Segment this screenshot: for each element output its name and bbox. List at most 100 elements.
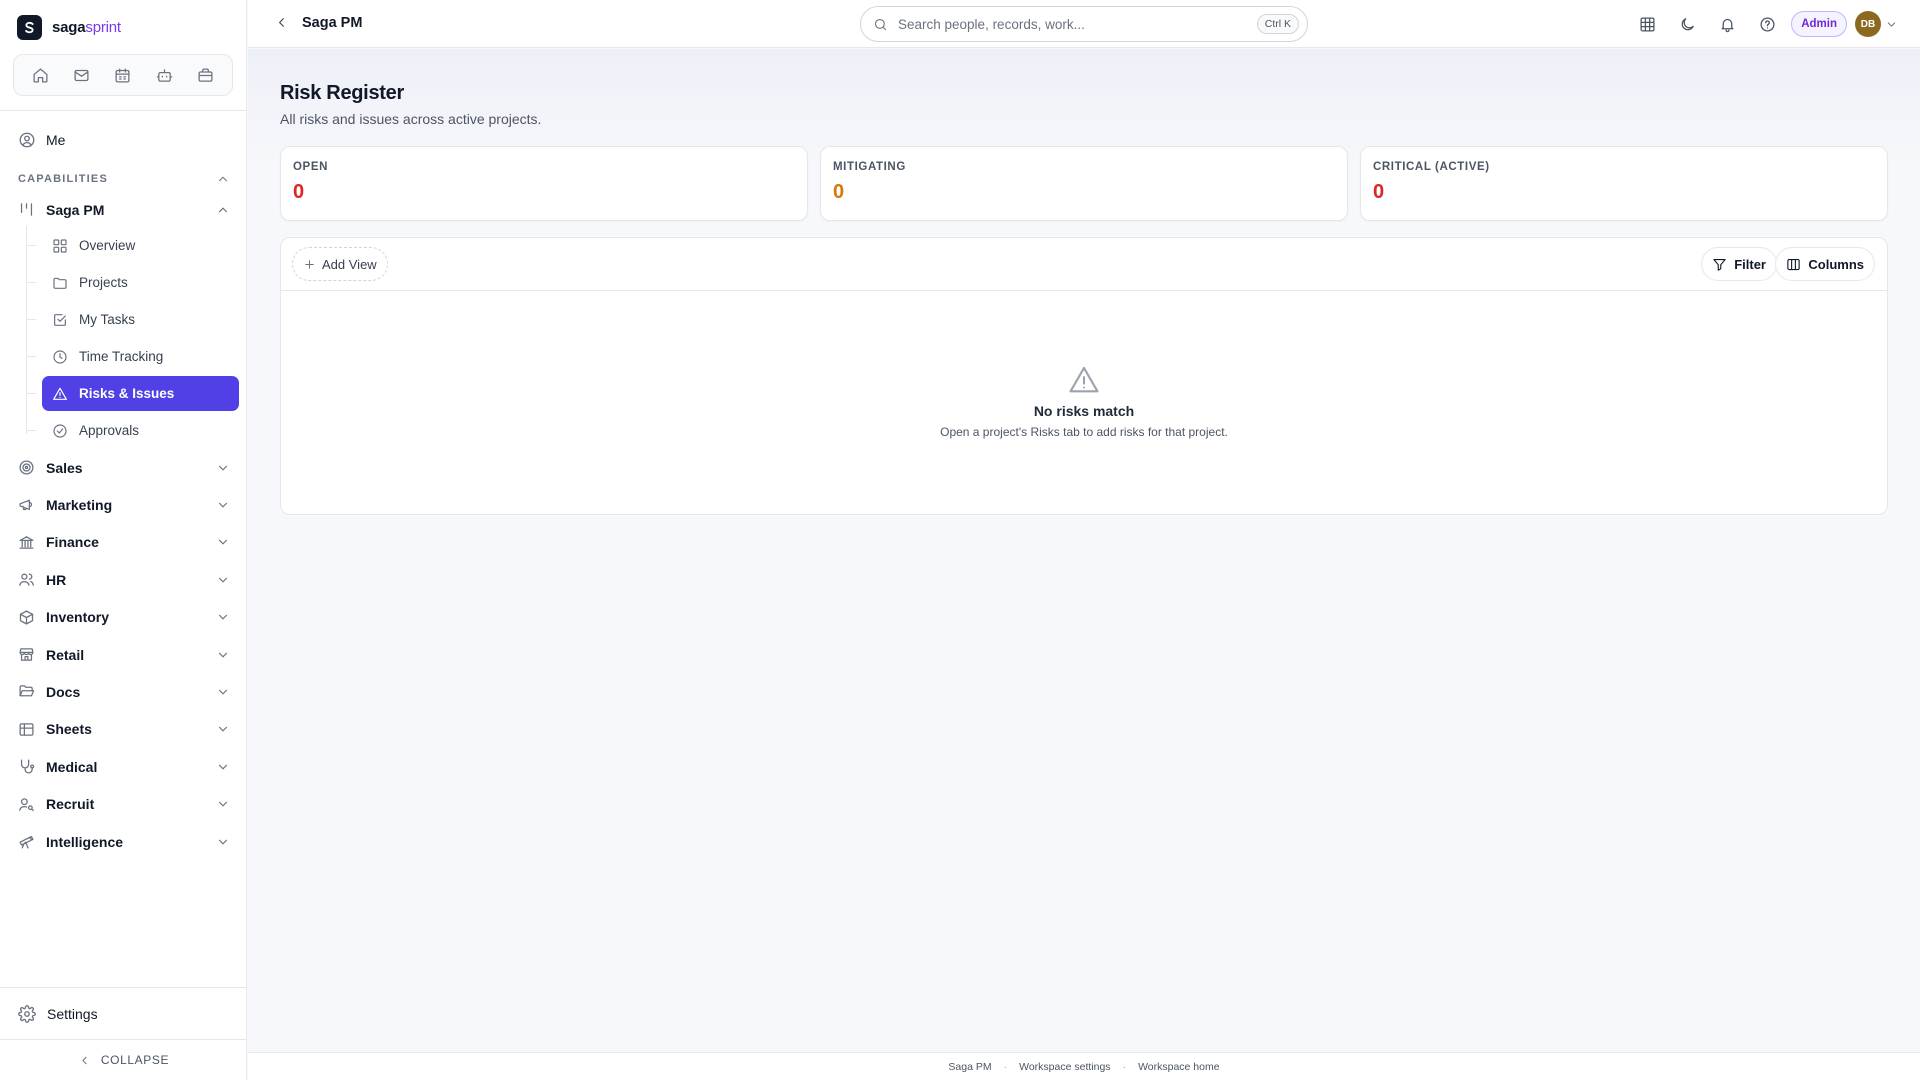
- chevron-down-icon: [218, 652, 228, 658]
- footer-separator: ·: [1122, 1060, 1127, 1073]
- footer-link-workspace-settings[interactable]: Workspace settings: [1019, 1061, 1110, 1073]
- header-actions: Admin DB: [1631, 8, 1898, 40]
- sidebar-group-label: Medical: [46, 758, 98, 775]
- theme-toggle-button[interactable]: [1671, 8, 1703, 40]
- sidebar-group-sales[interactable]: Sales: [18, 459, 230, 476]
- chevron-down-icon: [218, 839, 228, 845]
- store-icon: [19, 648, 34, 661]
- chevron-down-icon: [218, 614, 228, 620]
- sidebar-group-intelligence[interactable]: Intelligence: [18, 833, 230, 850]
- stat-label: CRITICAL (ACTIVE): [1373, 161, 1490, 173]
- global-search[interactable]: Ctrl K: [860, 6, 1308, 42]
- folder-open-icon: [19, 685, 35, 697]
- filter-button[interactable]: Filter: [1701, 247, 1777, 281]
- sidebar-item-risks-and-issues[interactable]: Risks & Issues: [42, 376, 239, 411]
- stat-label: OPEN: [293, 161, 328, 173]
- tree-branch: [26, 356, 36, 357]
- add-view-button[interactable]: Add View: [292, 247, 388, 281]
- tree-line: [26, 226, 27, 434]
- search-input[interactable]: [898, 16, 1257, 32]
- chevron-down-icon: [218, 689, 228, 695]
- tree-branch: [26, 319, 36, 320]
- page-subtitle: All risks and issues across active proje…: [280, 111, 542, 127]
- bot-icon[interactable]: [149, 60, 179, 90]
- sidebar-group-label: Sales: [46, 459, 83, 476]
- mail-icon[interactable]: [67, 60, 97, 90]
- table-icon: [19, 722, 34, 736]
- sidebar-item-me[interactable]: Me: [18, 131, 65, 149]
- search-icon: [874, 18, 887, 30]
- sidebar-group-recruit[interactable]: Recruit: [18, 796, 230, 813]
- sidebar-item-overview[interactable]: Overview: [42, 228, 239, 263]
- sidebar-group-hr[interactable]: HR: [18, 571, 230, 588]
- sidebar-group-finance[interactable]: Finance: [18, 534, 230, 551]
- chevron-down-icon: [218, 465, 228, 471]
- sidebar-item-approvals[interactable]: Approvals: [42, 413, 239, 448]
- sidebar: sagasprint Me CAPABILITIES Saga PM Overv…: [0, 0, 247, 1080]
- chevron-down-icon: [218, 502, 228, 508]
- tree-branch: [26, 430, 36, 431]
- sidebar-item-label: Approvals: [79, 423, 140, 438]
- chevron-down-icon: [218, 801, 228, 807]
- capabilities-header[interactable]: CAPABILITIES: [18, 172, 230, 186]
- sidebar-group-label: Sheets: [46, 721, 92, 738]
- tree-branch: [26, 282, 36, 283]
- search-shortcut-badge: Ctrl K: [1256, 14, 1299, 34]
- sidebar-item-label: Overview: [79, 238, 136, 253]
- notifications-button[interactable]: [1711, 8, 1743, 40]
- home-icon[interactable]: [26, 60, 56, 90]
- sidebar-group-inventory[interactable]: Inventory: [18, 609, 230, 626]
- chevron-down-icon: [218, 764, 228, 770]
- stat-card-critical: CRITICAL (ACTIVE) 0: [1360, 146, 1888, 221]
- sidebar-item-projects[interactable]: Projects: [42, 265, 239, 300]
- header-title: Saga PM: [302, 15, 363, 31]
- gear-icon: [18, 1005, 36, 1023]
- main-content: Risk Register All risks and issues acros…: [248, 49, 1920, 1052]
- sidebar-group-sheets[interactable]: Sheets: [18, 721, 230, 738]
- check-circle-icon: [53, 423, 67, 438]
- chevron-up-icon: [218, 206, 228, 212]
- plus-icon: [305, 259, 314, 269]
- briefcase-icon[interactable]: [190, 60, 220, 90]
- warning-icon: [1067, 363, 1101, 397]
- brand-logo: [17, 15, 42, 40]
- empty-state-description: Open a project's Risks tab to add risks …: [940, 425, 1228, 439]
- admin-badge[interactable]: Admin: [1791, 11, 1847, 37]
- chevron-down-icon: [218, 539, 228, 545]
- sidebar-group-label: Intelligence: [46, 833, 124, 850]
- tree-branch: [26, 245, 36, 246]
- sidebar-group-medical[interactable]: Medical: [18, 758, 230, 775]
- sidebar-group-retail[interactable]: Retail: [18, 646, 230, 663]
- sidebar-group-label: Finance: [46, 534, 99, 551]
- brand[interactable]: sagasprint: [17, 15, 121, 40]
- sidebar-group-label: Recruit: [46, 796, 95, 813]
- user-menu[interactable]: DB: [1855, 11, 1898, 37]
- sidebar-item-my-tasks[interactable]: My Tasks: [42, 302, 239, 337]
- empty-state-title: No risks match: [1033, 403, 1135, 419]
- users-icon: [19, 573, 34, 586]
- columns-button[interactable]: Columns: [1775, 247, 1875, 281]
- grid-icon: [1640, 16, 1655, 32]
- footer-link-workspace-home[interactable]: Workspace home: [1138, 1061, 1220, 1073]
- sidebar-group-saga-pm[interactable]: Saga PM: [18, 201, 230, 218]
- folder-icon: [53, 277, 67, 289]
- help-button[interactable]: [1751, 8, 1783, 40]
- chevron-down-icon: [218, 726, 228, 732]
- collapse-sidebar-button[interactable]: COLLAPSE: [0, 1040, 247, 1080]
- sidebar-group-docs[interactable]: Docs: [18, 683, 230, 700]
- stethoscope-icon: [20, 759, 35, 774]
- sidebar-group-label: HR: [46, 571, 67, 588]
- sidebar-divider: [0, 987, 247, 988]
- help-circle-icon: [1760, 16, 1775, 32]
- sidebar-group-marketing[interactable]: Marketing: [18, 496, 230, 513]
- stat-card-open: OPEN 0: [280, 146, 808, 221]
- columns-icon: [1787, 258, 1801, 270]
- footer-link-saga-pm[interactable]: Saga PM: [948, 1061, 991, 1073]
- back-button[interactable]: [274, 15, 292, 33]
- apps-grid-button[interactable]: [1631, 8, 1663, 40]
- target-icon: [19, 460, 34, 475]
- calendar-icon[interactable]: [108, 60, 138, 90]
- page-title: Risk Register: [280, 82, 404, 104]
- sidebar-item-settings[interactable]: Settings: [18, 1005, 98, 1023]
- sidebar-item-time-tracking[interactable]: Time Tracking: [42, 339, 239, 374]
